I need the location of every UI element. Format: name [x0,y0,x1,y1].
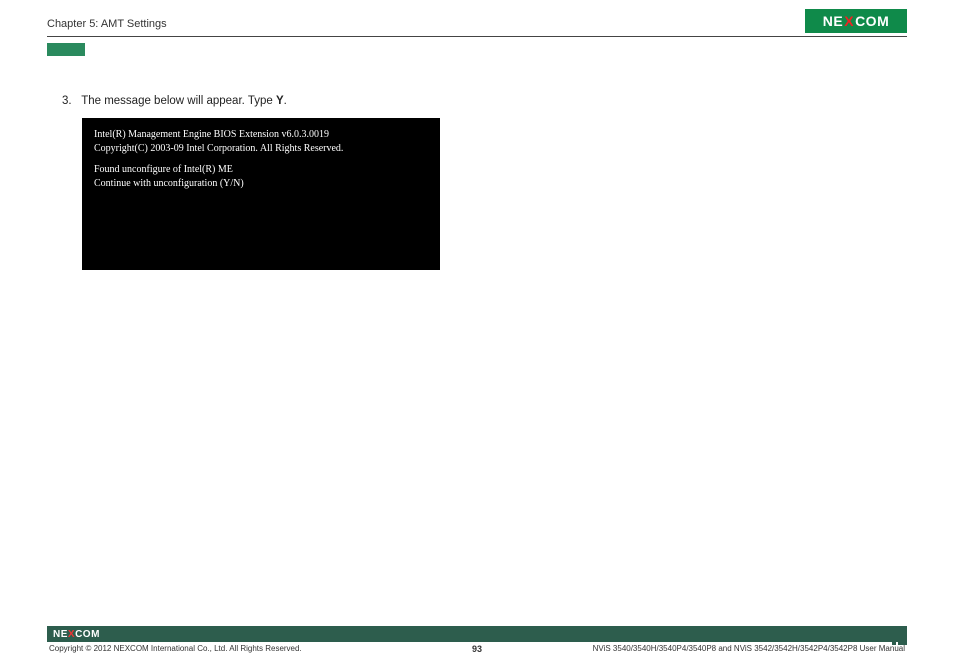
step-number: 3. [62,95,72,107]
footer-logo-part-2: COM [75,629,100,640]
step-3-instruction: 3. The message below will appear. Type Y… [62,95,287,107]
logo-part-1: NE [823,13,843,29]
footer-text-row: Copyright © 2012 NEXCOM International Co… [47,644,907,658]
logo-part-2: COM [855,13,889,29]
footer-logo-part-1: NE [53,629,68,640]
footer-bar: NEXCOM [47,626,907,642]
step-text-before: The message below will appear. Type [81,95,276,107]
terminal-line-4: Continue with unconfiguration (Y/N) [94,177,428,191]
manual-title: NViS 3540/3540H/3540P4/3540P8 and NViS 3… [593,644,905,653]
chapter-title: Chapter 5: AMT Settings [47,18,167,30]
footer-logo-part-x: X [68,629,75,640]
header-rule [47,36,907,37]
step-text-bold: Y [276,95,284,107]
terminal-line-3: Found unconfigure of Intel(R) ME [94,163,428,177]
footer-decoration-icon [887,626,907,642]
page-number: 93 [472,644,482,654]
terminal-line-2: Copyright(C) 2003-09 Intel Corporation. … [94,142,428,156]
logo-part-x: X [844,13,854,29]
bios-terminal-screenshot: Intel(R) Management Engine BIOS Extensio… [82,118,440,270]
nexcom-logo-top: NEXCOM [805,9,907,33]
nexcom-logo-footer: NEXCOM [53,629,100,640]
step-text-after: . [284,95,287,107]
copyright-text: Copyright © 2012 NEXCOM International Co… [49,644,302,653]
terminal-line-1: Intel(R) Management Engine BIOS Extensio… [94,128,428,142]
section-tab [47,43,85,56]
